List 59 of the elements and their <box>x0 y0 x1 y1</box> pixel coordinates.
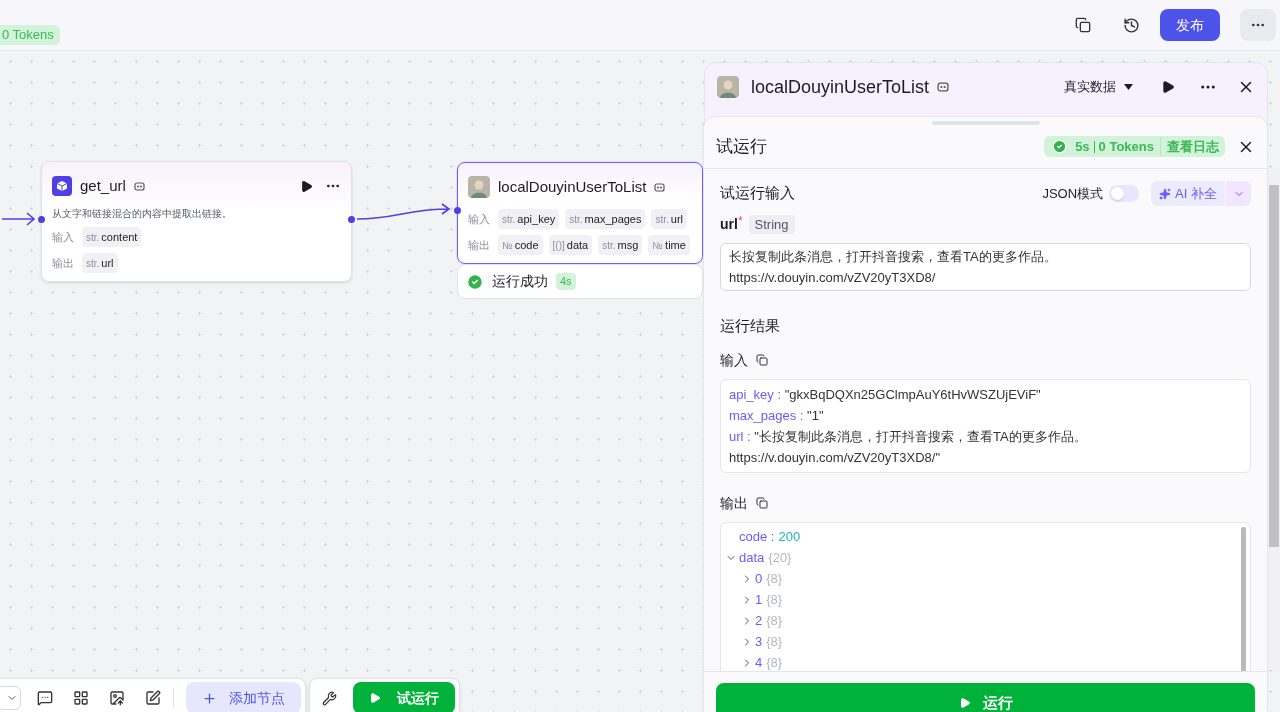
section-title: 试运行输入 <box>720 183 795 204</box>
json-entry: api_key : "gkxBqDQXn25GClmpAuY6tHvWSZUjEViF" <box>729 385 1042 404</box>
field-label: url <box>720 215 738 234</box>
tokens-badge: 0 Tokens <box>0 25 60 45</box>
publish-button[interactable]: 发布 <box>1160 9 1220 41</box>
subsection-title: 输出 <box>720 493 748 513</box>
node-title: localDouyinUserToList <box>498 176 647 197</box>
duration-text: 5s <box>1075 137 1090 156</box>
param-tag: № time <box>648 235 690 255</box>
tree-count: {8} <box>766 633 783 652</box>
workflow-node[interactable]: localDouyinUserToList 输入 str. api_key str. max_pages str. url 输出 № code [()] data str. msg № time <box>457 162 703 264</box>
param-tag: str. content <box>82 227 142 247</box>
param-tag: str. api_key <box>498 209 560 229</box>
subsection-title: 输入 <box>720 350 748 370</box>
param-tag: str. max_pages <box>565 209 646 229</box>
tree-value: 200 <box>778 528 801 547</box>
mode-dropdown[interactable]: 真实数据 <box>1064 77 1133 97</box>
time-badge: 4s <box>556 273 576 290</box>
param-tag: str. url <box>82 253 118 273</box>
ai-complete-button[interactable]: AI 补全 <box>1151 181 1225 206</box>
tree-key: 2 <box>755 611 763 631</box>
tree-count: {20} <box>768 549 792 568</box>
tree-count: {8} <box>766 654 783 671</box>
json-entry: url : "长按复制此条消息，打开抖音搜索，查看TA的更多作品。 https://v.douyin.com/vZV20yT3XD8/" <box>729 427 1088 467</box>
output-label: 输出 <box>52 255 75 271</box>
param-tag: str. url <box>651 209 688 229</box>
url-input-field[interactable]: 长按复制此条消息，打开抖音搜索，查看TA的更多作品。 https://v.douyin.com/vZV20yT3XD8/ <box>720 243 1251 291</box>
field-value-line: https://v.douyin.com/vZV20yT3XD8/ <box>729 269 937 287</box>
workflow-node[interactable]: get_url 从文字和链接混合的内容中提取出链接。 输入 str. content 输出 str. url <box>41 161 352 282</box>
param-tag: [()] data <box>548 235 593 255</box>
tree-count: {8} <box>766 612 783 631</box>
input-label: 输入 <box>468 211 491 227</box>
type-tag: String <box>748 214 795 235</box>
json-mode-label: JSON模式 <box>1042 184 1104 203</box>
status-text: 运行成功 <box>492 272 548 291</box>
section-title: 运行结果 <box>720 316 781 336</box>
sheet-title: 试运行 <box>716 135 767 158</box>
output-label: 输出 <box>468 237 491 253</box>
node-description: 从文字和链接混合的内容中提取出链接。 <box>52 207 233 221</box>
add-node-button[interactable]: 添加节点 <box>186 682 301 712</box>
node-title: get_url <box>80 175 126 196</box>
run-button[interactable]: 运行 <box>716 683 1255 712</box>
param-tag: str. msg <box>598 235 643 255</box>
tree-key: code : <box>739 527 775 547</box>
tokens-text: 0 Tokens <box>1098 137 1155 156</box>
tree-count: {8} <box>766 570 783 589</box>
input-label: 输入 <box>52 229 75 245</box>
json-entry: max_pages : "1" <box>729 406 825 425</box>
panel-title: localDouyinUserToList <box>751 75 930 99</box>
tree-key: 3 <box>755 632 763 652</box>
tree-key: 1 <box>755 590 763 610</box>
tree-key: data <box>739 548 765 568</box>
tree-count: {8} <box>766 591 783 610</box>
param-tag: № code <box>498 235 543 255</box>
tree-key: 4 <box>755 653 763 671</box>
test-run-button[interactable]: 试运行 <box>353 682 455 712</box>
tree-key: 0 <box>755 569 763 589</box>
field-value-line: 长按复制此条消息，打开抖音搜索，查看TA的更多作品。 <box>729 248 1058 266</box>
required-mark: * <box>737 212 743 228</box>
